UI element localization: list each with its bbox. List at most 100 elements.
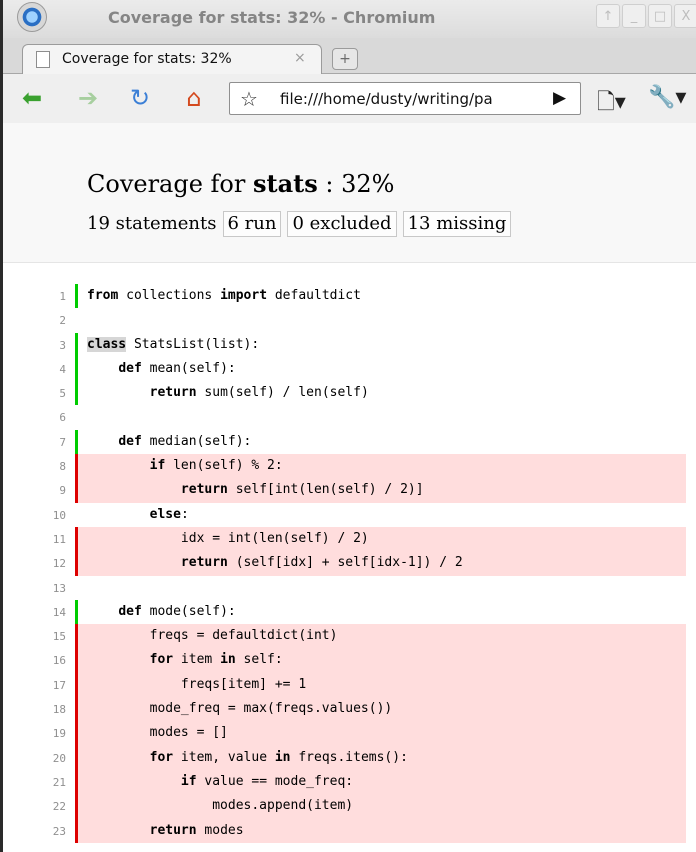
code-keyword: else xyxy=(149,506,181,522)
source-code: def median(self): xyxy=(78,430,686,454)
line-number[interactable]: 16 xyxy=(3,654,66,667)
maximize-button[interactable]: □ xyxy=(648,4,672,28)
run-toggle-button[interactable]: 6 run xyxy=(222,211,282,237)
line-number[interactable]: 23 xyxy=(3,825,66,838)
maximize-up-button[interactable]: ↑ xyxy=(596,4,620,28)
source-line: 20 for item, value in freqs.items(): xyxy=(3,745,696,770)
minimize-button[interactable]: _ xyxy=(622,4,646,28)
code-keyword: return xyxy=(180,482,228,498)
reload-icon[interactable]: ↻ xyxy=(126,84,154,112)
code-text: mode_freq = max(freqs.values()) xyxy=(87,701,393,717)
line-number[interactable]: 9 xyxy=(3,484,66,497)
page-menu-icon[interactable]: 🗋▾ xyxy=(597,85,626,123)
source-line: 18 mode_freq = max(freqs.values()) xyxy=(3,697,696,722)
code-text: StatsList(list): xyxy=(126,336,260,352)
code-text: (self[idx] + self[idx-1]) / 2 xyxy=(227,555,463,571)
line-number[interactable]: 10 xyxy=(3,509,66,522)
source-code: from collections import defaultdict xyxy=(78,284,686,308)
source-code: if value == mode_freq: xyxy=(78,769,686,795)
line-number[interactable]: 2 xyxy=(3,314,66,327)
source-code: idx = int(len(self) / 2) xyxy=(78,526,686,552)
new-tab-button[interactable]: + xyxy=(332,48,358,70)
code-keyword: return xyxy=(149,385,197,401)
line-number[interactable]: 21 xyxy=(3,776,66,789)
code-text: mode(self): xyxy=(141,603,236,619)
code-text: modes.append(item) xyxy=(87,798,354,814)
title-percent: : 32% xyxy=(317,170,395,198)
line-number[interactable]: 15 xyxy=(3,630,66,643)
line-number[interactable]: 19 xyxy=(3,727,66,740)
source-line: 3 class StatsList(list): xyxy=(3,332,696,357)
line-number[interactable]: 12 xyxy=(3,557,66,570)
code-keyword: if xyxy=(180,773,197,789)
go-icon[interactable]: ▶ xyxy=(553,88,566,108)
source-line: 11 idx = int(len(self) / 2) xyxy=(3,526,696,552)
line-number[interactable]: 5 xyxy=(3,387,66,400)
browser-window: Coverage for stats: 32% - Chromium ↑ _ □… xyxy=(0,0,696,852)
line-number[interactable]: 11 xyxy=(3,533,66,546)
source-code: class StatsList(list): xyxy=(78,333,686,357)
line-number[interactable]: 14 xyxy=(3,606,66,619)
source-line: 10 else: xyxy=(3,503,696,527)
source-line: 16 for item in self: xyxy=(3,648,696,673)
coverage-header: Coverage for stats : 32% 19 statements 6 … xyxy=(3,123,696,263)
source-code: return sum(self) / len(self) xyxy=(78,381,686,405)
code-keyword: from xyxy=(87,288,119,303)
source-line: 1 from collections import defaultdict xyxy=(3,284,696,309)
wrench-menu-icon[interactable]: 🔧▾ xyxy=(648,85,686,110)
source-line: 23 return modes xyxy=(3,818,696,843)
code-text: item xyxy=(173,652,221,668)
forward-icon[interactable]: ➔ xyxy=(74,84,102,112)
excluded-toggle-button[interactable]: 0 excluded xyxy=(287,211,397,237)
line-number[interactable]: 22 xyxy=(3,800,66,813)
code-keyword: in xyxy=(274,749,291,765)
source-listing: 1 from collections import defaultdict 2 3 cl… xyxy=(3,284,696,843)
source-code: return modes xyxy=(78,818,686,843)
line-number[interactable]: 20 xyxy=(3,752,66,765)
code-text: idx = int(len(self) / 2) xyxy=(87,530,369,546)
code-keyword: return xyxy=(149,822,197,838)
missing-toggle-button[interactable]: 13 missing xyxy=(402,211,512,237)
home-icon[interactable]: ⌂ xyxy=(180,84,208,112)
line-number[interactable]: 8 xyxy=(3,460,66,473)
bookmark-star-icon[interactable]: ☆ xyxy=(240,87,258,111)
source-line: 13 xyxy=(3,576,696,600)
source-code: modes = [] xyxy=(78,721,686,746)
source-code: modes.append(item) xyxy=(78,794,686,819)
line-number[interactable]: 18 xyxy=(3,703,66,716)
line-number[interactable]: 13 xyxy=(3,582,66,595)
window-title: Coverage for stats: 32% - Chromium xyxy=(108,8,436,27)
source-line: 19 modes = [] xyxy=(3,721,696,746)
source-code: for item, value in freqs.items(): xyxy=(78,745,686,770)
source-line: 8 if len(self) % 2: xyxy=(3,454,696,479)
code-text: len(self) % 2: xyxy=(165,458,283,474)
close-tab-icon[interactable]: × xyxy=(294,50,306,66)
source-line: 22 modes.append(item) xyxy=(3,794,696,819)
source-code: def mode(self): xyxy=(78,600,686,624)
line-number[interactable]: 17 xyxy=(3,679,66,692)
line-number[interactable]: 1 xyxy=(3,290,66,303)
line-number[interactable]: 6 xyxy=(3,411,66,424)
url-text[interactable]: file:///home/dusty/writing/pa xyxy=(280,90,540,108)
line-number[interactable]: 4 xyxy=(3,363,66,376)
back-icon[interactable]: ⬅ xyxy=(18,84,46,112)
title-bar[interactable]: Coverage for stats: 32% - Chromium ↑ _ □… xyxy=(0,0,696,39)
source-line: 15 freqs = defaultdict(int) xyxy=(3,624,696,649)
code-text: freqs[item] += 1 xyxy=(87,676,307,692)
code-keyword: class xyxy=(87,336,127,352)
chromium-logo-icon[interactable] xyxy=(17,2,47,32)
source-code xyxy=(78,576,686,600)
address-bar[interactable]: ☆ file:///home/dusty/writing/pa ▶ xyxy=(229,82,581,115)
tab-coverage[interactable]: Coverage for stats: 32% × xyxy=(22,44,322,74)
line-number[interactable]: 7 xyxy=(3,436,66,449)
toolbar: ⬅ ➔ ↻ ⌂ ☆ file:///home/dusty/writing/pa … xyxy=(0,74,696,124)
source-code: if len(self) % 2: xyxy=(78,454,686,479)
close-window-button[interactable]: X xyxy=(674,4,696,28)
line-number[interactable]: 3 xyxy=(3,339,66,352)
